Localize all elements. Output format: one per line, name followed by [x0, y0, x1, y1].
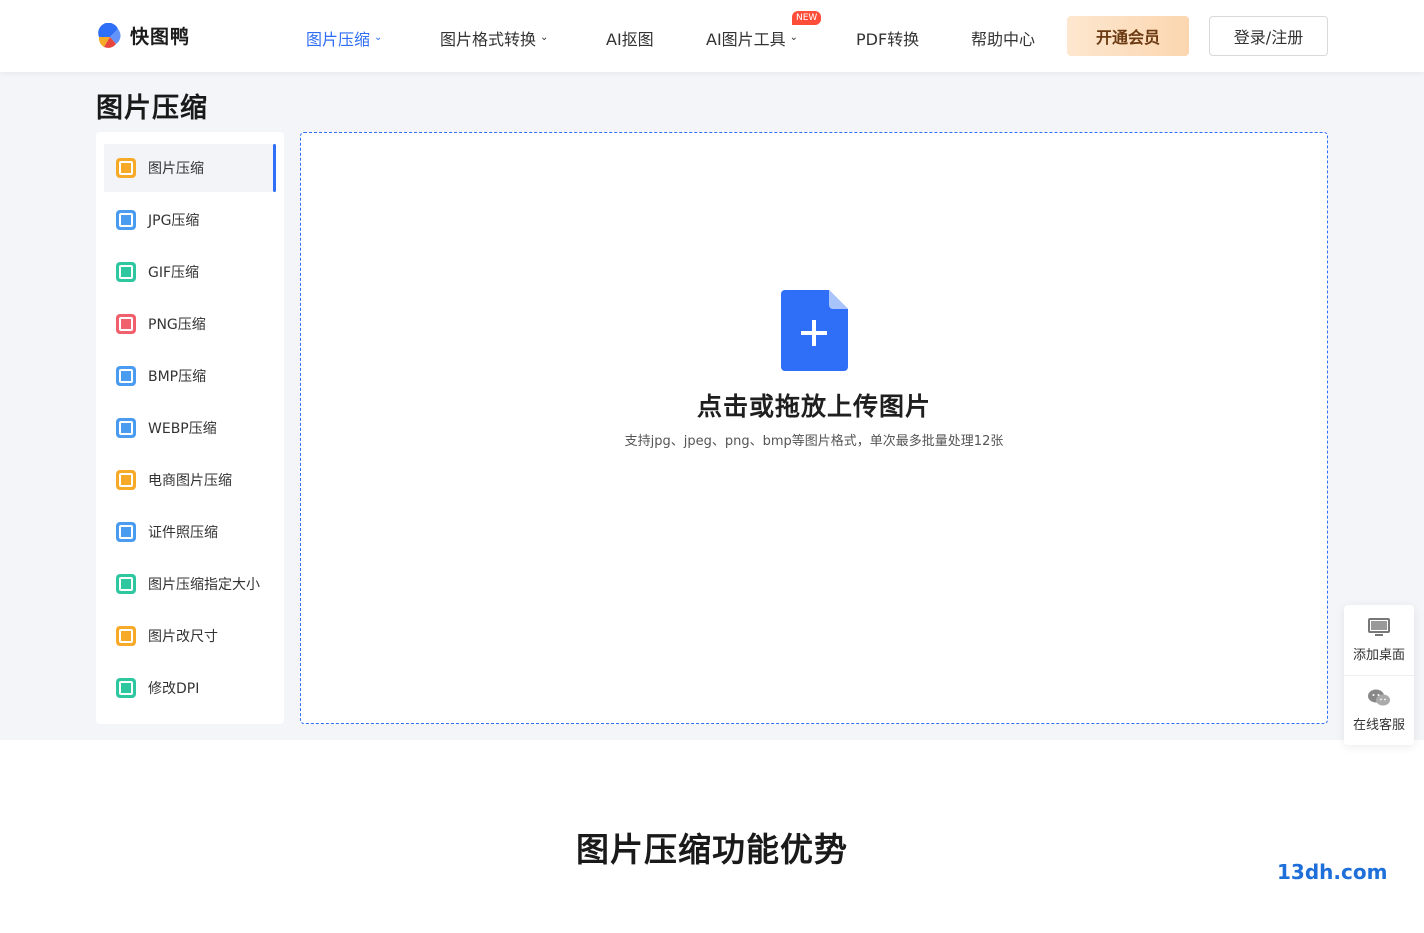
sidebar-item-label: 图片压缩: [148, 161, 204, 177]
nav-help-center[interactable]: 帮助中心: [971, 26, 1035, 50]
sidebar-item-bmp-compress[interactable]: BMP压缩: [104, 352, 276, 400]
float-item-label: 添加桌面: [1352, 647, 1405, 663]
sidebar-item-modify-dpi[interactable]: 修改DPI: [104, 664, 276, 712]
sidebar-item-label: PNG压缩: [148, 317, 206, 333]
image-icon: [116, 210, 136, 230]
sidebar-item-jpg-compress[interactable]: JPG压缩: [104, 196, 276, 244]
watermark-text: 13dh.com: [1277, 860, 1388, 884]
nav-format-convert[interactable]: 图片格式转换 ⌄: [440, 26, 548, 50]
nav-ai-cutout[interactable]: AI抠图: [606, 26, 654, 50]
sidebar-item-compress-to-size[interactable]: 图片压缩指定大小: [104, 560, 276, 608]
upload-dropzone[interactable]: 点击或拖放上传图片 支持jpg、jpeg、png、bmp等图片格式，单次最多批量…: [300, 132, 1328, 724]
sidebar-item-png-compress[interactable]: PNG压缩: [104, 300, 276, 348]
sidebar-item-ecommerce-compress[interactable]: 电商图片压缩: [104, 456, 276, 504]
sidebar-item-label: 电商图片压缩: [148, 473, 232, 489]
brand-logo[interactable]: 快图鸭: [96, 22, 190, 49]
sidebar-item-id-photo-compress[interactable]: 证件照压缩: [104, 508, 276, 556]
image-icon: [116, 418, 136, 438]
sidebar-item-webp-compress[interactable]: WEBP压缩: [104, 404, 276, 452]
sidebar-item-label: GIF压缩: [148, 265, 200, 281]
page-title: 图片压缩: [96, 93, 208, 124]
shopping-bag-icon: [116, 470, 136, 490]
chevron-down-icon: ⌄: [789, 31, 799, 43]
nav-pdf-convert[interactable]: PDF转换: [856, 26, 919, 50]
image-icon: [116, 314, 136, 334]
monitor-icon: [116, 678, 136, 698]
kb-icon: [116, 574, 136, 594]
float-item-label: 在线客服: [1352, 718, 1405, 733]
crop-icon: [116, 626, 136, 646]
online-service-button[interactable]: 在线客服: [1344, 675, 1414, 745]
upload-title: 点击或拖放上传图片: [696, 392, 931, 421]
vip-button[interactable]: 开通会员: [1067, 16, 1189, 56]
login-button[interactable]: 登录/注册: [1209, 16, 1328, 56]
chevron-down-icon: ⌄: [374, 31, 383, 43]
section-title: 图片压缩功能优势: [576, 830, 848, 869]
sidebar-item-label: WEBP压缩: [148, 421, 217, 437]
sidebar-item-label: 图片改尺寸: [148, 629, 218, 645]
nav-label: 图片格式转换: [440, 30, 537, 49]
sidebar-item-gif-compress[interactable]: GIF压缩: [104, 248, 276, 296]
nav-label: 帮助中心: [971, 30, 1036, 49]
new-badge: NEW: [792, 11, 822, 25]
add-to-desktop-button[interactable]: 添加桌面: [1344, 605, 1414, 675]
monitor-icon: [1368, 617, 1390, 636]
nav-label: 图片压缩: [306, 30, 371, 49]
image-icon: [116, 262, 136, 282]
id-card-icon: [116, 522, 136, 542]
chevron-down-icon: ⌄: [540, 31, 549, 43]
nav-label: AI图片工具: [706, 30, 786, 49]
floating-panel: 添加桌面 在线客服: [1344, 605, 1414, 745]
image-icon: [116, 158, 136, 178]
sidebar-item-label: 图片压缩指定大小: [148, 577, 260, 593]
nav-label: PDF转换: [856, 30, 920, 49]
nav-label: AI抠图: [606, 30, 654, 49]
sidebar: 图片压缩 JPG压缩 GIF压缩 PNG压缩 BMP压缩 WEBP压缩 电商图片…: [96, 132, 284, 724]
nav-ai-tools[interactable]: AI图片工具 ⌄: [706, 26, 798, 50]
brand-name: 快图鸭: [130, 26, 191, 48]
sidebar-item-image-compress[interactable]: 图片压缩: [104, 144, 276, 192]
image-icon: [116, 366, 136, 386]
nav-image-compress[interactable]: 图片压缩 ⌄: [306, 26, 382, 50]
sidebar-item-label: BMP压缩: [148, 369, 207, 385]
logo-icon: [98, 22, 121, 48]
sidebar-item-label: 修改DPI: [148, 681, 200, 697]
sidebar-item-label: JPG压缩: [148, 213, 200, 229]
sidebar-item-resize[interactable]: 图片改尺寸: [104, 612, 276, 660]
upload-subtitle: 支持jpg、jpeg、png、bmp等图片格式，单次最多批量处理12张: [624, 434, 1004, 449]
wechat-icon: [1368, 689, 1390, 706]
upload-file-icon[interactable]: [781, 290, 848, 371]
top-header: 快图鸭 图片压缩 ⌄ 图片格式转换 ⌄ AI抠图 AI图片工具 ⌄ NEW PD…: [0, 0, 1424, 72]
sidebar-item-label: 证件照压缩: [148, 525, 218, 541]
